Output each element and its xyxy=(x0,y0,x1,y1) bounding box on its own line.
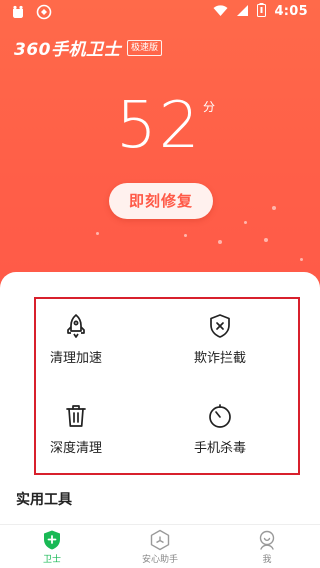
feature-grid: 清理加速 欺诈拦截 深度清理 手机杀毒 xyxy=(34,297,300,475)
brand-logo: 360手机卫士 极速版 xyxy=(14,35,163,60)
nav-item-assistant[interactable]: 安心助手 xyxy=(120,529,200,565)
wifi-icon xyxy=(213,4,228,20)
profile-icon xyxy=(256,529,278,551)
feature-fraud-block[interactable]: 欺诈拦截 xyxy=(160,313,280,383)
feature-antivirus[interactable]: 手机杀毒 xyxy=(160,403,280,473)
decor-dot xyxy=(264,238,268,242)
score-value: 52 xyxy=(116,89,202,163)
nav-label: 卫士 xyxy=(42,555,61,565)
shield-x-icon xyxy=(207,313,233,339)
repair-now-button[interactable]: 即刻修复 xyxy=(109,183,213,219)
signal-icon xyxy=(236,4,249,20)
feature-label: 清理加速 xyxy=(49,351,102,366)
nav-label: 安心助手 xyxy=(141,555,178,565)
browser-notification-icon xyxy=(36,4,52,23)
decor-dot xyxy=(218,240,222,244)
nav-label: 我 xyxy=(262,555,272,565)
brand-name: 360手机卫士 xyxy=(14,40,121,60)
feature-label: 深度清理 xyxy=(49,441,102,456)
bottom-nav: 卫士 安心助手 我 xyxy=(0,524,320,568)
security-score: 52 分 xyxy=(0,88,320,168)
score-unit: 分 xyxy=(203,100,216,114)
assistant-icon xyxy=(149,529,171,551)
shield-plus-icon xyxy=(41,529,63,551)
feature-clean-speed[interactable]: 清理加速 xyxy=(16,313,136,383)
feature-deep-clean[interactable]: 深度清理 xyxy=(16,403,136,473)
trash-icon xyxy=(63,403,89,429)
decor-dot xyxy=(300,258,303,261)
section-title-tools: 实用工具 xyxy=(16,492,72,508)
rocket-icon xyxy=(63,313,89,339)
nav-item-me[interactable]: 我 xyxy=(227,529,307,565)
feature-label: 欺诈拦截 xyxy=(193,351,246,366)
decor-dot xyxy=(244,221,247,224)
brand-badge: 极速版 xyxy=(127,39,163,56)
nav-item-guard[interactable]: 卫士 xyxy=(12,529,92,565)
decor-dot xyxy=(96,232,99,235)
timer-icon xyxy=(207,403,233,429)
feature-label: 手机杀毒 xyxy=(193,441,246,456)
status-time: 4:05 xyxy=(274,4,308,19)
decor-dot xyxy=(184,234,187,237)
battery-icon xyxy=(257,3,267,20)
notification-app-icon xyxy=(10,4,26,23)
decor-dot xyxy=(272,206,276,210)
status-bar: 4:05 xyxy=(0,0,320,24)
